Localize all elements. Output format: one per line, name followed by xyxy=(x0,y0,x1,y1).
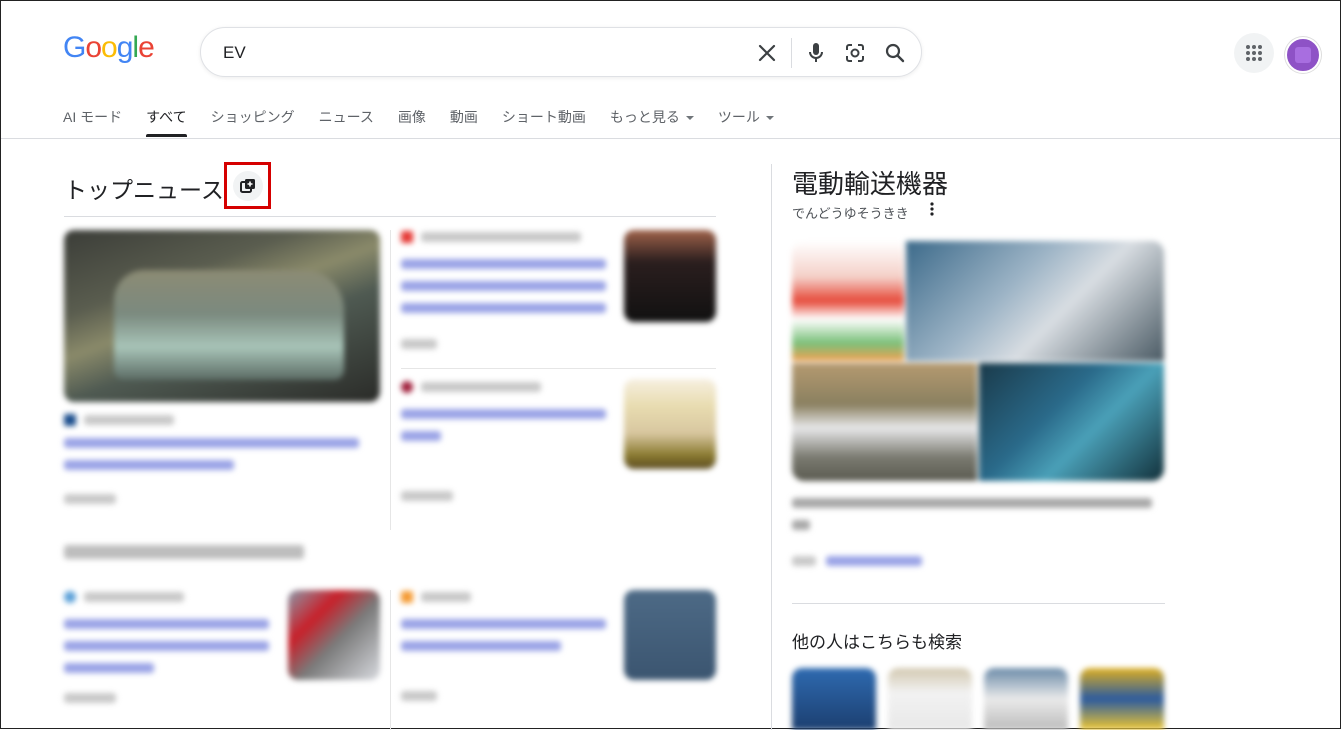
tab-shopping[interactable]: ショッピング xyxy=(211,107,295,137)
knowledge-panel-subtitle: でんどうゆそうきき xyxy=(792,206,909,221)
related-search-thumbnail[interactable] xyxy=(888,668,972,730)
google-logo[interactable]: Google xyxy=(63,31,155,65)
top-news-title: トップニュース xyxy=(64,177,224,203)
search-divider xyxy=(791,38,792,68)
related-search-thumbnail[interactable] xyxy=(984,668,1068,730)
knowledge-panel-title: 電動輸送機器 xyxy=(792,169,949,199)
tab-short-videos[interactable]: ショート動画 xyxy=(502,107,586,137)
account-avatar[interactable] xyxy=(1285,37,1321,73)
people-also-search-title: 他の人はこちらも検索 xyxy=(792,633,962,652)
search-tabs: AI モード すべて ショッピング ニュース 画像 動画 ショート動画 もっと見… xyxy=(63,107,798,137)
search-box xyxy=(200,27,922,77)
tab-news[interactable]: ニュース xyxy=(319,107,374,137)
news-divider xyxy=(401,368,716,369)
related-search-thumbnail[interactable] xyxy=(1080,668,1164,730)
news-column-divider xyxy=(390,590,391,730)
tab-tools-label: ツール xyxy=(717,109,760,125)
google-lens-icon[interactable] xyxy=(843,41,867,65)
news-card[interactable] xyxy=(64,591,274,703)
search-input[interactable] xyxy=(221,40,745,66)
knowledge-panel-description xyxy=(792,498,1164,566)
chevron-down-icon xyxy=(765,116,774,121)
search-icon[interactable] xyxy=(883,41,907,65)
tab-all[interactable]: すべて xyxy=(146,107,188,137)
clear-icon[interactable] xyxy=(755,41,779,65)
news-card[interactable] xyxy=(401,591,611,701)
knowledge-panel-divider xyxy=(771,164,772,730)
copy-icon[interactable] xyxy=(232,170,263,201)
tab-ai-mode[interactable]: AI モード xyxy=(63,107,122,137)
news-thumbnail[interactable] xyxy=(624,379,716,469)
copy-button-highlight[interactable] xyxy=(224,162,271,209)
tab-more[interactable]: もっと見る xyxy=(610,107,694,137)
related-search-thumbnail[interactable] xyxy=(792,668,876,730)
news-card-large[interactable] xyxy=(64,414,364,504)
tab-tools[interactable]: ツール xyxy=(718,107,774,137)
news-card[interactable] xyxy=(401,231,611,349)
apps-grid-icon[interactable] xyxy=(1234,33,1274,73)
more-options-icon[interactable] xyxy=(929,201,935,220)
news-thumbnail-large[interactable] xyxy=(64,230,380,402)
tab-videos[interactable]: 動画 xyxy=(450,107,478,137)
tab-images[interactable]: 画像 xyxy=(398,107,426,137)
news-thumbnail[interactable] xyxy=(624,590,716,680)
microphone-icon[interactable] xyxy=(804,41,828,65)
news-card[interactable] xyxy=(401,381,611,501)
header-divider xyxy=(1,138,1340,139)
related-news-title xyxy=(64,545,304,559)
news-thumbnail[interactable] xyxy=(288,590,380,680)
news-column-divider xyxy=(390,230,391,530)
news-thumbnail[interactable] xyxy=(624,230,716,322)
knowledge-panel-images[interactable] xyxy=(792,241,1164,481)
news-divider xyxy=(64,216,716,217)
knowledge-panel-separator xyxy=(792,603,1165,604)
chevron-down-icon xyxy=(685,116,694,121)
tab-more-label: もっと見る xyxy=(609,109,680,125)
